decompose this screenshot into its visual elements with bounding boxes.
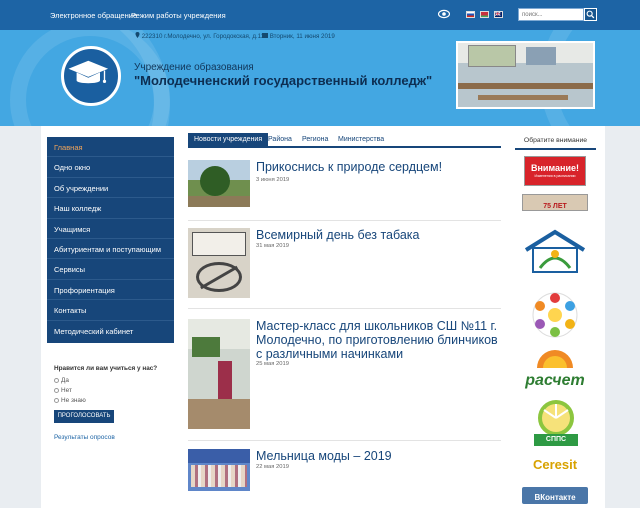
news-title[interactable]: Мастер-класс для школьников СШ №11 г. Мо… [256,319,506,361]
sidebar-item-methodical[interactable]: Методический кабинет [47,321,174,341]
thumb-board [192,337,220,357]
news-date: 22 мая 2019 [256,464,289,470]
photo-desk [478,95,568,100]
flag-ru-icon[interactable] [466,11,475,18]
news-separator [188,308,501,309]
right-column-heading: Обратите внимание [515,137,596,150]
news-title[interactable]: Прикоснись к природе сердцем! [256,160,506,174]
flag-en-icon[interactable] [494,11,503,18]
date-text: Вторник, 11 июня 2019 [262,32,335,40]
anniversary-banner[interactable]: 75 ЛЕТ [522,194,588,211]
tabs-underline [188,146,501,148]
news-separator [188,440,501,441]
vote-button[interactable]: ПРОГОЛОСОВАТЬ [54,410,114,423]
calendar-icon [262,33,268,38]
sidebar-item-applicants[interactable]: Абитуриентам и поступающим [47,239,174,260]
tab-region[interactable]: Региона [296,133,334,146]
radio-icon[interactable] [54,387,59,393]
sidebar-item-contacts[interactable]: Контакты [47,300,174,321]
header-subtitle: Учреждение образования [134,62,254,73]
sunburst-icon [538,400,574,436]
thumb-ground [188,196,250,207]
graduation-cap-icon [68,60,109,84]
news-thumb-nature[interactable] [188,160,250,207]
news-thumb-master-class[interactable] [188,319,250,429]
children-wreath-icon[interactable] [530,290,580,340]
news-date: 3 июня 2019 [256,177,290,183]
radio-icon[interactable] [54,397,59,403]
college-logo[interactable] [61,46,121,106]
attention-banner[interactable]: Внимание! Изменения в расписании [524,156,586,186]
news-date: 25 мая 2019 [256,361,289,367]
vk-button[interactable]: ВКонтакте [522,487,588,504]
search-button[interactable] [584,8,597,21]
tab-ministry[interactable]: Министерства [332,133,390,146]
eye-icon[interactable] [438,9,450,19]
news-date: 31 мая 2019 [256,243,289,249]
poll-question: Нравится ли вам учиться у нас? [54,365,158,372]
news-thumb-fashion[interactable] [188,449,250,491]
poll-results-link[interactable]: Результаты опросов [54,434,115,441]
top-bar: Электронное обращение Режим работы учреж… [0,0,640,30]
location-pin-icon [135,32,140,38]
news-thumb-no-tobacco[interactable] [188,228,250,298]
thumb-crowd [191,465,247,487]
sidebar-item-home[interactable]: Главная [47,137,174,158]
thumb-poster [192,232,246,256]
house-family-icon[interactable] [520,228,590,276]
photo-desk [458,83,593,89]
thumb-person [218,361,232,401]
header-photo [456,41,595,109]
poll-option-yes[interactable]: Да [54,377,69,384]
photo-board [526,47,556,65]
poll-option-no[interactable]: Нет [54,387,72,394]
flag-by-icon[interactable] [480,11,489,18]
header-title: "Молодечненский государственный колледж" [134,73,433,88]
sidebar-menu: Главная Одно окно Об учреждении Наш колл… [47,137,174,343]
search-icon [586,10,595,19]
sidebar-item-our-college[interactable]: Наш колледж [47,198,174,219]
tab-institution-news[interactable]: Новости учреждения [188,133,269,146]
photo-map [468,45,516,67]
sidebar-item-about[interactable]: Об учреждении [47,178,174,199]
thumb-tree [200,166,230,196]
sidebar-item-students[interactable]: Учащимся [47,219,174,239]
address-text: 222310 г.Молодечно, ул. Городокская, д.1… [135,32,267,40]
radio-icon[interactable] [54,377,59,383]
search-input[interactable] [518,8,584,21]
sidebar-item-career[interactable]: Профориентация [47,280,174,301]
ceresit-logo[interactable]: Ceresit [524,456,586,476]
sidebar-item-one-window[interactable]: Одно окно [47,157,174,178]
link-electronic-appeal[interactable]: Электронное обращение [50,11,137,20]
news-title[interactable]: Всемирный день без табака [256,228,506,242]
raschet-logo[interactable]: расчет [521,346,589,394]
sun-icon [537,350,573,368]
news-title[interactable]: Мельница моды – 2019 [256,449,506,463]
link-work-hours[interactable]: Режим работы учреждения [131,11,226,20]
spps-logo[interactable]: СППС [528,400,584,450]
poll-option-dont-know[interactable]: Не знаю [54,397,86,404]
sidebar-item-services[interactable]: Сервисы [47,259,174,280]
news-separator [188,220,501,221]
thumb-stage [188,449,250,463]
tab-district[interactable]: Района [262,133,298,146]
thumb-table [188,399,250,429]
